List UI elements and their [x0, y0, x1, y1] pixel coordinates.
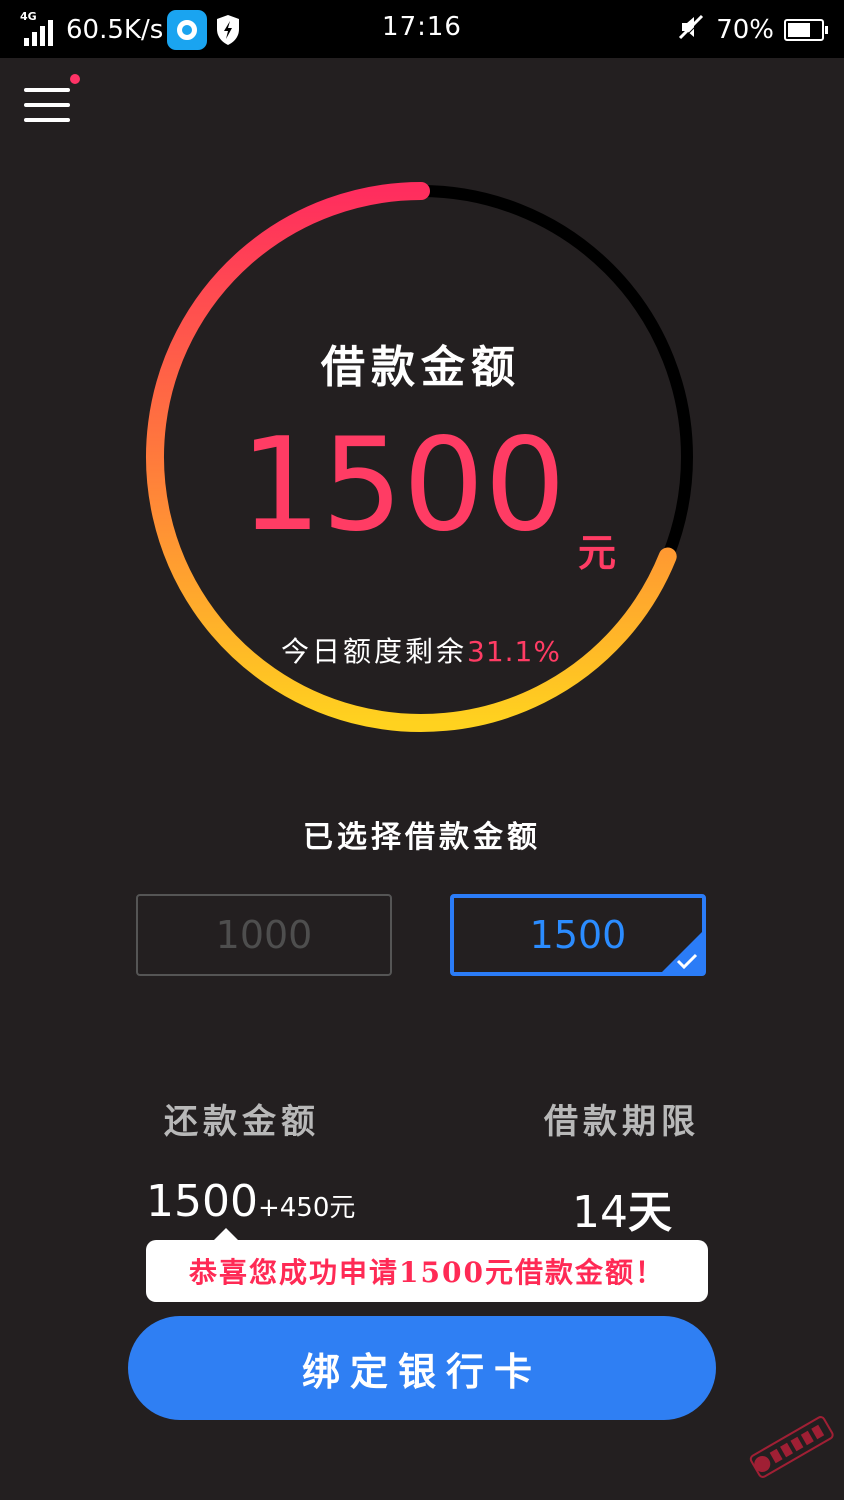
battery-percent: 70% — [716, 15, 774, 45]
loan-amount: 1500 — [240, 411, 566, 560]
remaining-quota: 今日额度剩余31.1% — [140, 630, 702, 670]
term-value: 14天 — [572, 1176, 672, 1240]
watermark-logo — [749, 1416, 834, 1478]
term-unit: 天 — [628, 1187, 672, 1238]
gauge-title: 借款金额 — [321, 342, 521, 393]
repay-label: 还款金额 — [164, 1102, 320, 1142]
status-right: 70% — [676, 10, 828, 50]
remaining-label: 今日额度剩余 — [281, 635, 468, 668]
loan-amount-unit: 元 — [578, 530, 617, 575]
repay-fee: +450 — [257, 1193, 330, 1223]
amount-option-1500[interactable]: 1500 — [450, 894, 706, 976]
check-icon — [676, 953, 698, 969]
success-toast: 恭喜您成功申请1500元借款金额！ — [146, 1228, 708, 1302]
toast-message: 恭喜您成功申请1500元借款金额！ — [189, 1256, 665, 1289]
menu-button[interactable] — [24, 88, 72, 122]
remaining-value: 31.1% — [467, 635, 561, 668]
repay-amount: 1500+450元 — [146, 1176, 355, 1227]
option-label: 1000 — [215, 913, 313, 957]
battery-icon — [784, 19, 828, 41]
repay-unit: 元 — [329, 1193, 356, 1223]
option-label: 1500 — [529, 913, 627, 957]
bind-card-button[interactable]: 绑定银行卡 — [128, 1316, 716, 1420]
term-label: 借款期限 — [544, 1102, 700, 1142]
term-days: 14 — [572, 1187, 628, 1238]
repay-principal: 1500 — [146, 1176, 258, 1227]
notification-dot — [70, 74, 80, 84]
loan-gauge: 借款金额 1500 元 今日额度剩余31.1% — [140, 176, 702, 738]
status-bar: 4G 60.5K/s 17:16 70% — [0, 0, 844, 58]
selection-title: 已选择借款金额 — [303, 820, 541, 855]
mute-icon — [676, 12, 706, 49]
amount-option-1000[interactable]: 1000 — [136, 894, 392, 976]
